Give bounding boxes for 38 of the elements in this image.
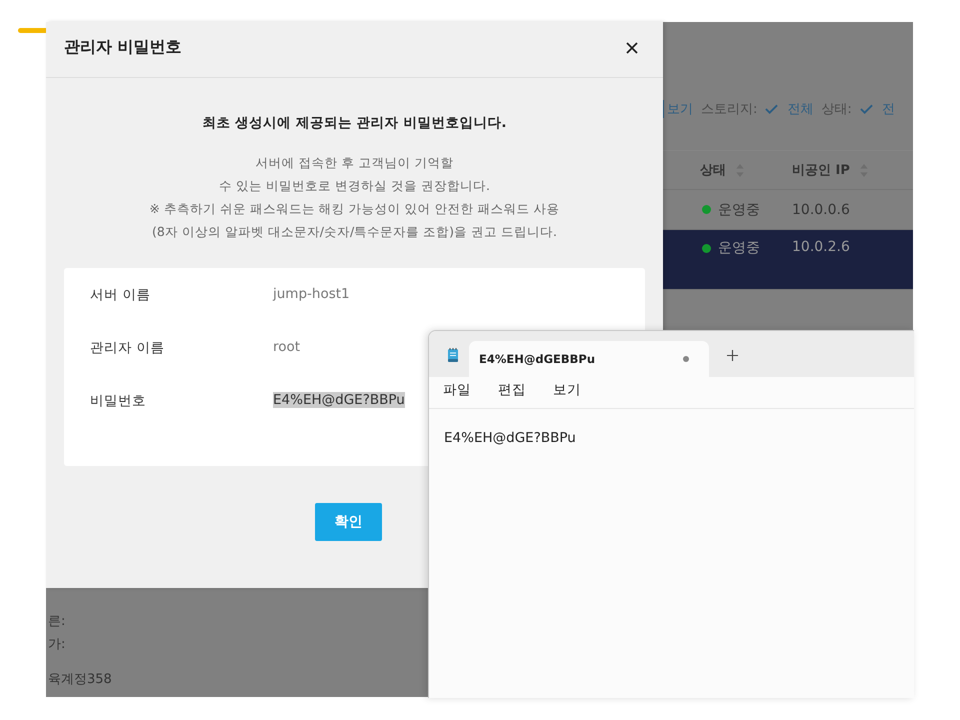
status-text: 운영중 bbox=[718, 200, 760, 218]
table-cell: 10.0.2.6 bbox=[792, 239, 850, 255]
check-icon bbox=[765, 104, 778, 114]
status-dot-icon bbox=[702, 205, 711, 214]
status-dot-icon bbox=[702, 244, 711, 252]
column-header[interactable]: 비공인 IP bbox=[792, 161, 850, 179]
message-line: 서버에 접속한 후 고객님이 기억할 bbox=[256, 154, 454, 172]
table-cell: 10.0.0.6 bbox=[792, 202, 850, 218]
notepad-icon bbox=[447, 347, 459, 363]
column-header[interactable]: 상태 bbox=[700, 161, 726, 179]
text-editor[interactable]: E4%EH@dGE?BBPu bbox=[429, 409, 914, 698]
close-icon[interactable] bbox=[626, 42, 638, 54]
field-label: 서버 이름 bbox=[90, 286, 152, 304]
filter-value[interactable]: 전 bbox=[882, 100, 895, 118]
check-icon bbox=[860, 104, 873, 114]
filter-value[interactable]: 전체 bbox=[787, 100, 814, 118]
field-label: 관리자 이름 bbox=[90, 339, 166, 357]
document-tab[interactable]: E4%EH@dGEBBPu bbox=[469, 341, 709, 377]
message-line: ※ 추측하기 쉬운 패스워드는 해킹 가능성이 있어 안전한 패스워드 사용 bbox=[149, 200, 560, 218]
field-label: 비밀번호 bbox=[90, 392, 147, 410]
new-tab-icon[interactable] bbox=[727, 350, 738, 360]
detail-label: 가: bbox=[48, 636, 66, 653]
field-value: root bbox=[273, 339, 300, 355]
message-line: (8자 이상의 알파벳 대소문자/숫자/특수문자를 조합)을 권고 드립니다. bbox=[152, 223, 557, 241]
menu-item[interactable]: 편집 bbox=[498, 381, 526, 408]
menu-item[interactable]: 파일 bbox=[443, 381, 471, 408]
confirm-button[interactable]: 확인 bbox=[315, 503, 382, 541]
dialog-heading: 최초 생성시에 제공되는 관리자 비밀번호입니다. bbox=[202, 114, 508, 132]
dialog-title: 관리자 비밀번호 bbox=[64, 37, 182, 58]
status-text: 운영중 bbox=[718, 239, 760, 257]
detail-label: 른: bbox=[48, 613, 66, 630]
field-value: jump-host1 bbox=[273, 286, 350, 302]
detail-label: 육계정358 bbox=[48, 671, 112, 688]
message-line: 수 있는 비밀번호로 변경하실 것을 권장합니다. bbox=[219, 177, 490, 195]
menu-item[interactable]: 보기 bbox=[553, 381, 581, 408]
accent-bar bbox=[18, 28, 48, 33]
editor-text: E4%EH@dGE?BBPu bbox=[444, 430, 576, 446]
field-value: E4%EH@dGE?BBPu bbox=[273, 392, 405, 408]
